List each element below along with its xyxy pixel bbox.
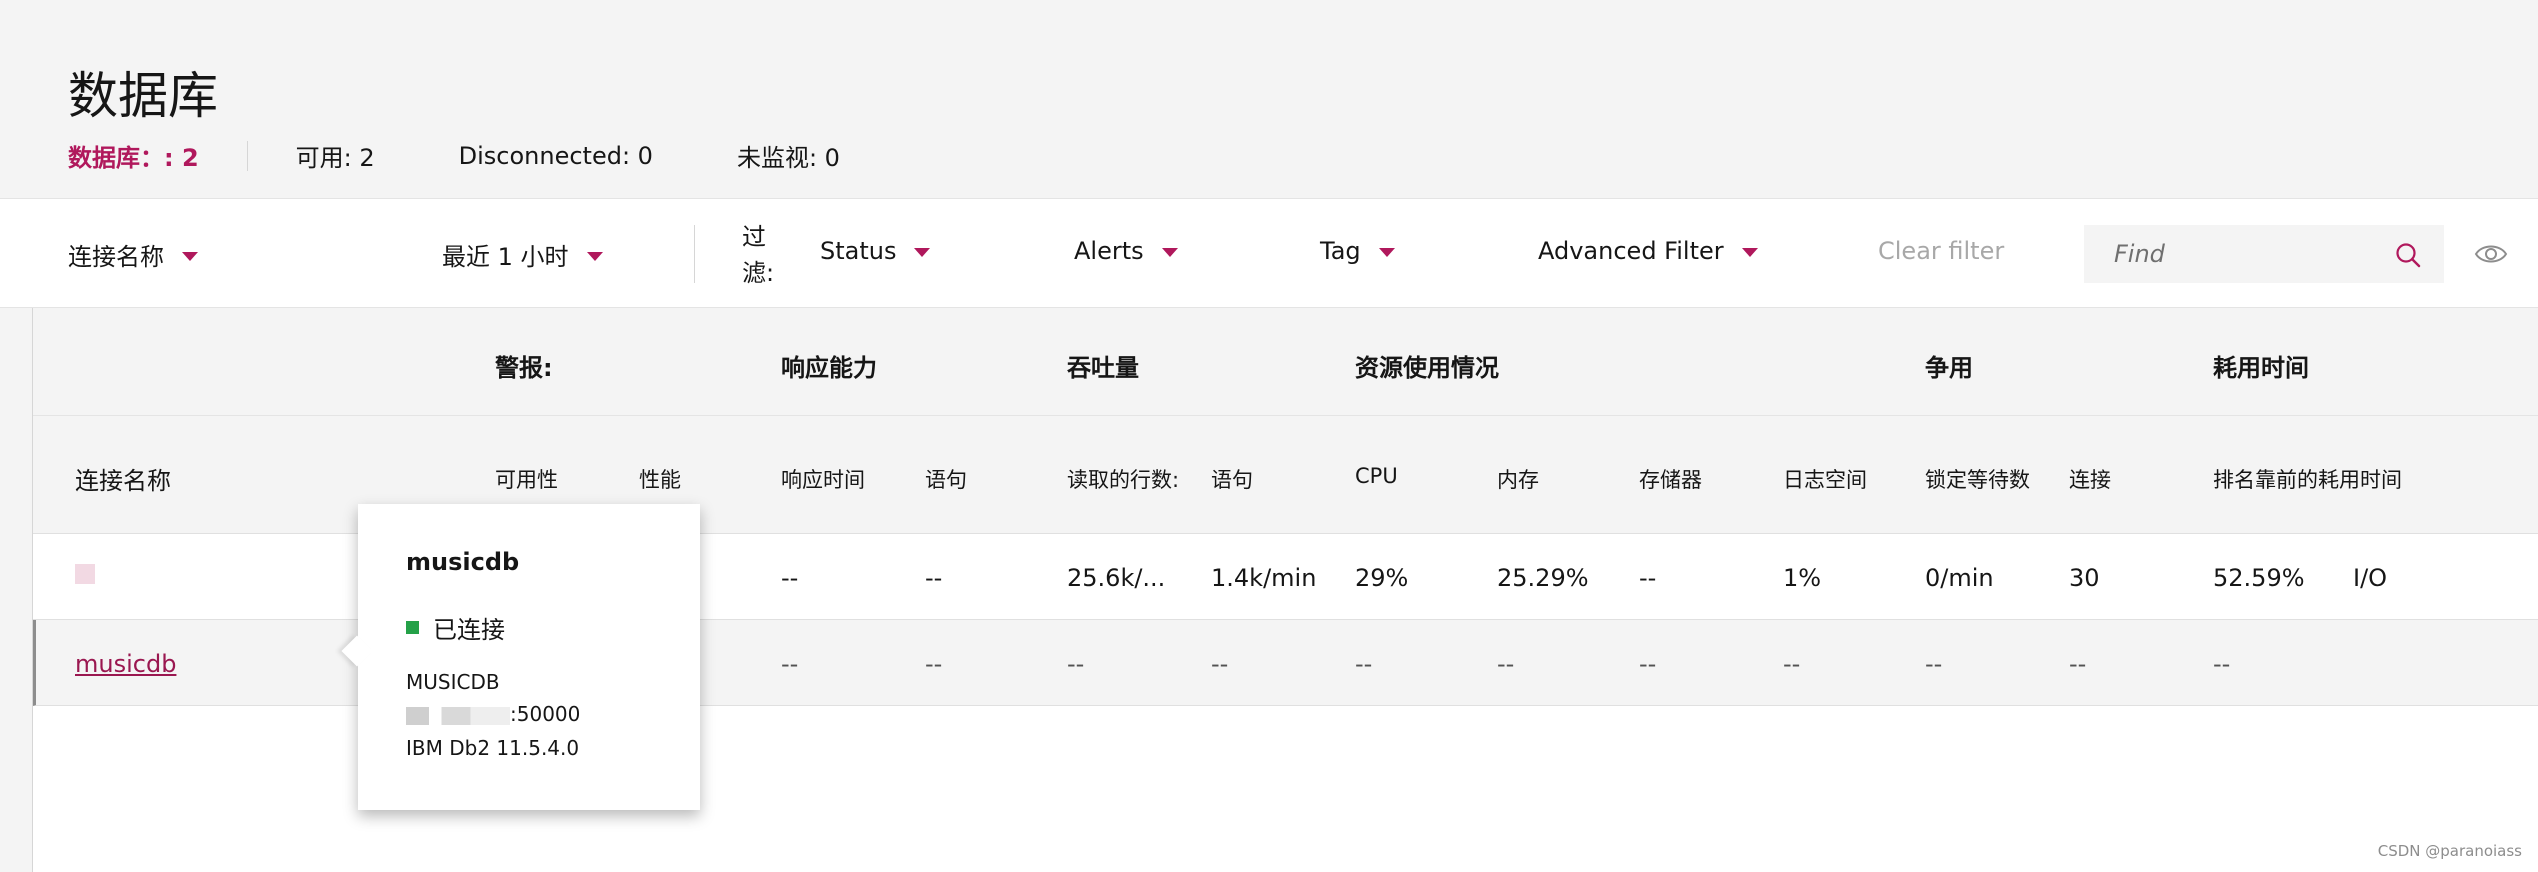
cell-rows-read: 25.6k/... bbox=[1067, 564, 1166, 592]
row-name-placeholder bbox=[75, 564, 95, 584]
summary-counts: 数据库：: 2 可用: 2 Disconnected: 0 未监视: 0 bbox=[68, 138, 924, 173]
tooltip-port: :50000 bbox=[510, 702, 581, 726]
count-divider bbox=[246, 140, 248, 171]
caret-down-icon bbox=[182, 251, 198, 261]
col-lock-waits[interactable]: 锁定等待数 bbox=[1925, 464, 2030, 494]
cell-storage: -- bbox=[1639, 564, 1657, 592]
tag-filter-dropdown[interactable]: Tag bbox=[1320, 237, 1395, 265]
group-responsiveness: 响应能力 bbox=[781, 354, 877, 382]
cell-lock-waits: -- bbox=[1925, 650, 1943, 678]
group-resources: 资源使用情况 bbox=[1355, 354, 1499, 382]
col-statements-tput[interactable]: 语句 bbox=[1211, 464, 1253, 494]
tooltip-title: musicdb bbox=[406, 548, 520, 576]
cell-log-space: 1% bbox=[1783, 564, 1822, 592]
count-unmonitored[interactable]: 未监视: 0 bbox=[737, 138, 840, 173]
col-log-space[interactable]: 日志空间 bbox=[1783, 464, 1867, 494]
cell-statements-tput: -- bbox=[1211, 650, 1229, 678]
col-connection-name[interactable]: 连接名称 bbox=[75, 461, 171, 496]
table-group-header: 警报: 响应能力 吞吐量 资源使用情况 争用 耗用时间 bbox=[33, 308, 2538, 416]
filter-label: 过滤: bbox=[742, 223, 775, 287]
cell-storage: -- bbox=[1639, 650, 1657, 678]
cell-statements-resp: -- bbox=[925, 650, 943, 678]
cell-lock-waits: 0/min bbox=[1925, 564, 1994, 592]
col-response-time[interactable]: 响应时间 bbox=[781, 464, 865, 494]
alerts-filter-dropdown[interactable]: Alerts bbox=[1074, 237, 1178, 265]
tooltip-status: 已连接 bbox=[406, 610, 505, 645]
cell-log-space: -- bbox=[1783, 650, 1801, 678]
status-filter-dropdown[interactable]: Status bbox=[820, 237, 931, 265]
cell-top-time: -- bbox=[2213, 650, 2231, 678]
redacted-host bbox=[406, 706, 510, 725]
group-time-spent: 耗用时间 bbox=[2213, 354, 2309, 382]
col-cpu[interactable]: CPU bbox=[1355, 464, 1398, 488]
advanced-filter-label: Advanced Filter bbox=[1538, 237, 1724, 265]
tooltip-product: IBM Db2 11.5.4.0 bbox=[406, 736, 580, 760]
tooltip-host-port: :50000 bbox=[406, 702, 580, 726]
cell-rows-read: -- bbox=[1067, 650, 1085, 678]
cell-statements-tput: 1.4k/min bbox=[1211, 564, 1317, 592]
cell-response-time: -- bbox=[781, 650, 799, 678]
database-tooltip: musicdb 已连接 MUSICDB :50000 IBM Db2 11.5.… bbox=[358, 504, 700, 810]
watermark: CSDN @paranoiass bbox=[2377, 842, 2522, 860]
col-storage[interactable]: 存储器 bbox=[1639, 464, 1702, 494]
eye-icon[interactable] bbox=[2474, 239, 2508, 269]
caret-down-icon bbox=[1378, 248, 1395, 257]
find-input[interactable] bbox=[2114, 240, 2384, 268]
col-top-time[interactable]: 排名靠前的耗用时间 bbox=[2213, 464, 2402, 494]
tag-filter-label: Tag bbox=[1320, 237, 1361, 265]
group-contention: 争用 bbox=[1925, 354, 1973, 382]
connection-name-dropdown[interactable]: 连接名称 bbox=[68, 237, 198, 272]
count-disconnected[interactable]: Disconnected: 0 bbox=[459, 142, 653, 170]
cell-memory: -- bbox=[1497, 650, 1515, 678]
databases-page: 数据库 数据库：: 2 可用: 2 Disconnected: 0 未监视: 0… bbox=[0, 0, 2538, 872]
col-availability[interactable]: 可用性 bbox=[495, 464, 558, 494]
cell-cpu: 29% bbox=[1355, 564, 1409, 592]
cell-cpu: -- bbox=[1355, 650, 1373, 678]
cell-memory: 25.29% bbox=[1497, 564, 1589, 592]
tooltip-db-name: MUSICDB bbox=[406, 670, 500, 694]
cell-top-time-type: I/O bbox=[2353, 564, 2388, 592]
time-range-dropdown[interactable]: 最近 1 小时 bbox=[442, 237, 603, 272]
alerts-filter-label: Alerts bbox=[1074, 237, 1144, 265]
connection-name-label: 连接名称 bbox=[68, 243, 164, 271]
caret-down-icon bbox=[914, 248, 931, 257]
cell-statements-resp: -- bbox=[925, 564, 943, 592]
search-icon[interactable] bbox=[2394, 241, 2422, 269]
time-range-label: 最近 1 小时 bbox=[442, 243, 569, 271]
filter-bar: 连接名称 最近 1 小时 过滤: Status Alerts Tag Advan… bbox=[0, 198, 2538, 308]
group-alerts: 警报: bbox=[495, 354, 553, 382]
caret-down-icon bbox=[1161, 248, 1178, 257]
col-rows-read[interactable]: 读取的行数: bbox=[1067, 464, 1179, 494]
advanced-filter-dropdown[interactable]: Advanced Filter bbox=[1538, 237, 1758, 265]
page-title: 数据库 bbox=[68, 67, 218, 125]
tooltip-status-label: 已连接 bbox=[433, 616, 505, 644]
col-statements-resp[interactable]: 语句 bbox=[925, 464, 967, 494]
connected-status-icon bbox=[406, 621, 419, 634]
filter-divider bbox=[694, 225, 695, 283]
col-performance[interactable]: 性能 bbox=[639, 464, 681, 494]
group-throughput: 吞吐量 bbox=[1067, 354, 1139, 382]
caret-down-icon bbox=[586, 251, 603, 261]
status-filter-label: Status bbox=[820, 237, 897, 265]
caret-down-icon bbox=[1741, 248, 1758, 257]
cell-connections: -- bbox=[2069, 650, 2087, 678]
database-link-musicdb[interactable]: musicdb bbox=[75, 650, 176, 678]
count-databases[interactable]: 数据库：: 2 bbox=[68, 138, 199, 173]
cell-top-time: 52.59% bbox=[2213, 564, 2305, 592]
clear-filter-button[interactable]: Clear filter bbox=[1878, 237, 2004, 265]
count-available[interactable]: 可用: 2 bbox=[296, 138, 375, 173]
cell-response-time: -- bbox=[781, 564, 799, 592]
cell-connections: 30 bbox=[2069, 564, 2100, 592]
col-memory[interactable]: 内存 bbox=[1497, 464, 1539, 494]
find-box[interactable] bbox=[2084, 225, 2444, 283]
col-connections[interactable]: 连接 bbox=[2069, 464, 2111, 494]
